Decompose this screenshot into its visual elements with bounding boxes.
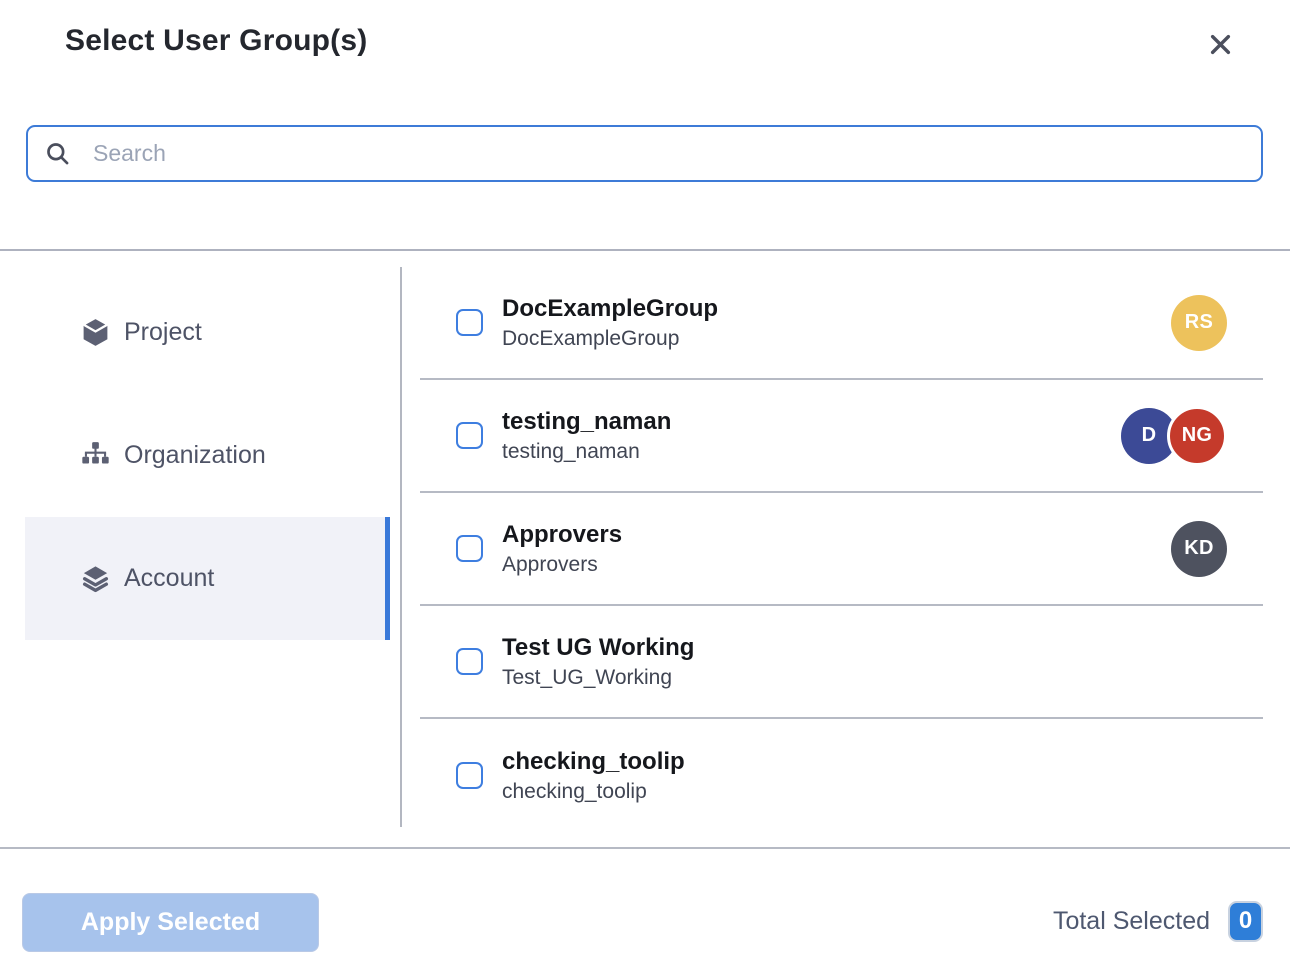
- group-name: checking_toolip: [502, 747, 1227, 776]
- tab-account[interactable]: Account: [25, 517, 390, 640]
- group-texts: DocExampleGroup DocExampleGroup: [502, 294, 1171, 352]
- user-group-row-approvers: Approvers Approvers KD: [420, 493, 1263, 606]
- user-group-row-testing-naman: testing_naman testing_naman D NG: [420, 380, 1263, 493]
- layers-icon: [80, 563, 111, 594]
- avatar-stack: D NG: [1121, 406, 1227, 466]
- select-user-groups-modal: Select User Group(s) Proj: [0, 0, 1290, 970]
- group-name: testing_naman: [502, 407, 1121, 436]
- page-title: Select User Group(s): [65, 24, 367, 58]
- total-selected-badge: 0: [1228, 901, 1263, 942]
- group-checkbox[interactable]: [456, 422, 483, 449]
- avatar: NG: [1167, 406, 1227, 466]
- avatar-stack: RS: [1171, 295, 1227, 351]
- group-name: DocExampleGroup: [502, 294, 1171, 323]
- tab-organization-label: Organization: [124, 441, 266, 470]
- group-texts: checking_toolip checking_toolip: [502, 747, 1227, 805]
- group-texts: Approvers Approvers: [502, 520, 1171, 578]
- group-name: Approvers: [502, 520, 1171, 549]
- search-input[interactable]: [93, 140, 1245, 167]
- group-description: Approvers: [502, 552, 1171, 578]
- group-description: DocExampleGroup: [502, 326, 1171, 352]
- total-selected-label: Total Selected: [1053, 907, 1210, 936]
- footer-divider: [0, 847, 1290, 849]
- close-icon: [1207, 31, 1234, 58]
- group-description: checking_toolip: [502, 779, 1227, 805]
- apply-selected-button[interactable]: Apply Selected: [22, 893, 319, 952]
- close-button[interactable]: [1202, 26, 1238, 62]
- group-checkbox[interactable]: [456, 762, 483, 789]
- user-group-row-docexamplegroup: DocExampleGroup DocExampleGroup RS: [420, 267, 1263, 380]
- avatar-stack: KD: [1171, 521, 1227, 577]
- user-group-row-test-ug-working: Test UG Working Test_UG_Working: [420, 606, 1263, 719]
- avatar: KD: [1171, 521, 1227, 577]
- group-name: Test UG Working: [502, 633, 1227, 662]
- user-group-list: DocExampleGroup DocExampleGroup RS testi…: [420, 267, 1263, 832]
- sitemap-icon: [80, 440, 111, 471]
- group-checkbox[interactable]: [456, 535, 483, 562]
- tab-account-label: Account: [124, 564, 214, 593]
- scope-tabs: Project Organization: [25, 271, 390, 640]
- group-description: Test_UG_Working: [502, 665, 1227, 691]
- tab-project[interactable]: Project: [25, 271, 390, 394]
- avatar: RS: [1171, 295, 1227, 351]
- group-checkbox[interactable]: [456, 309, 483, 336]
- tab-project-label: Project: [124, 318, 202, 347]
- tab-organization[interactable]: Organization: [25, 394, 390, 517]
- group-texts: Test UG Working Test_UG_Working: [502, 633, 1227, 691]
- user-group-row-checking-toolip: checking_toolip checking_toolip: [420, 719, 1263, 832]
- group-checkbox[interactable]: [456, 648, 483, 675]
- total-selected: Total Selected 0: [1053, 899, 1263, 943]
- search-box: [26, 125, 1263, 182]
- group-description: testing_naman: [502, 439, 1121, 465]
- column-divider: [400, 267, 402, 827]
- cube-icon: [80, 317, 111, 348]
- search-icon: [44, 140, 71, 167]
- group-texts: testing_naman testing_naman: [502, 407, 1121, 465]
- header-divider: [0, 249, 1290, 251]
